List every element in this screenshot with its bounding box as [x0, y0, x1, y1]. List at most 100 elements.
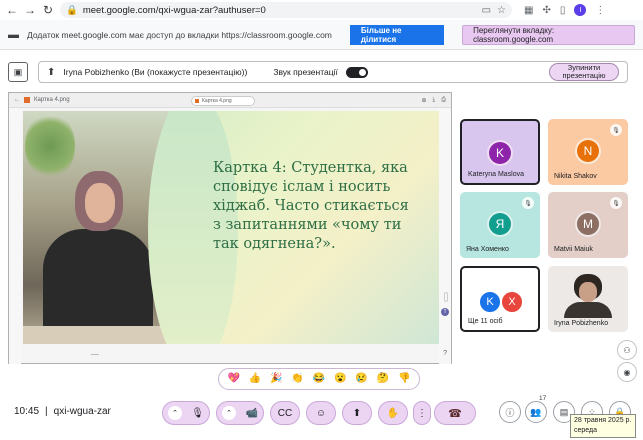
present-off-icon[interactable]: ▣: [8, 62, 28, 82]
page-indicator: [91, 349, 99, 355]
plant-decoration: [25, 111, 75, 181]
shared-right-margin: [439, 108, 451, 364]
presenter-info: ⬆ Iryna Pobizhenko (Ви (покажусте презен…: [38, 61, 628, 83]
shared-left-margin: [9, 108, 21, 364]
more-icon: ⋮: [417, 407, 427, 419]
raise-hand-button[interactable]: ✋: [378, 401, 408, 425]
emoji-button[interactable]: ☺: [306, 401, 336, 425]
participant-tile[interactable]: 🎙 M Matvii Maiuk: [548, 192, 628, 258]
browser-toolbar: ← → ↻ 🔒 meet.google.com/qxi-wgua-zar?aut…: [0, 0, 643, 20]
presentation-sound-toggle[interactable]: [345, 66, 368, 78]
meeting-info: 10:45 | qxi-wgua-zar: [14, 406, 111, 417]
participant-name: Iryna Pobizhenko: [554, 320, 609, 327]
participant-tile[interactable]: K Kateryna Maslova: [460, 119, 540, 185]
address-bar[interactable]: 🔒 meet.google.com/qxi-wgua-zar?authuser=…: [60, 2, 512, 18]
avatar: K: [487, 140, 513, 166]
participant-tile[interactable]: 🎙 N Nikita Shakov: [548, 119, 628, 185]
reaction-thinking[interactable]: 🤔: [377, 373, 389, 385]
chat-icon: ▤: [559, 406, 569, 417]
zoom-icon: ⊕: [421, 97, 427, 104]
puzzle-icon[interactable]: ✣: [542, 5, 550, 16]
cast-icon[interactable]: ▭: [482, 5, 491, 16]
download-icon: ⤓: [432, 96, 436, 103]
participant-name: Kateryna Maslova: [468, 171, 525, 178]
reaction-thumbs-up[interactable]: 👍: [249, 373, 261, 385]
end-call-icon: ☎: [448, 407, 462, 420]
date-tooltip: 28 травня 2025 р. середа: [570, 414, 636, 438]
more-participants-tile[interactable]: K X Ще 11 осіб: [460, 266, 540, 332]
extension-icon[interactable]: ▦: [524, 5, 533, 16]
sharing-banner: ▬ Додаток meet.google.com має доступ до …: [0, 20, 643, 50]
date-line: 28 травня 2025 р.: [574, 417, 632, 424]
back-icon: ←: [14, 97, 20, 103]
captions-icon: CC: [277, 407, 293, 419]
view-tab-button[interactable]: Переглянути вкладку: classroom.google.co…: [462, 24, 635, 45]
stop-sharing-button[interactable]: Більше не ділитися: [349, 24, 445, 45]
scroll-indicator: [444, 292, 448, 302]
people-button[interactable]: 👥: [525, 401, 547, 423]
star-icon[interactable]: ☆: [497, 5, 506, 16]
presenter-label: Iryna Pobizhenko (Ви (покажусте презента…: [63, 67, 248, 77]
reactions-bar: 💖 👍 🎉 👏 😂 😮 😢 🤔 👎: [218, 368, 420, 390]
shared-tab-title: Картка 4.png: [34, 97, 70, 103]
teams-icon: T: [441, 308, 449, 316]
image-icon: [24, 97, 30, 103]
avatar: K: [478, 290, 502, 314]
presentation-sound-label: Звук презентації: [273, 67, 338, 77]
sharing-banner-text: Додаток meet.google.com має доступ до вк…: [27, 29, 332, 40]
reaction-thumbs-down[interactable]: 👎: [398, 373, 410, 385]
forward-icon[interactable]: →: [24, 0, 36, 20]
present-icon: ⬆: [352, 407, 362, 419]
participant-name: Яна Хоменко: [466, 246, 509, 253]
captions-button[interactable]: CC: [270, 401, 300, 425]
mic-button[interactable]: ⌃ 🎙: [162, 401, 210, 425]
share-tab-icon: ▬: [8, 28, 19, 41]
more-options-button[interactable]: ⋮: [413, 401, 431, 425]
info-icon: ⓘ: [505, 407, 515, 418]
reload-icon[interactable]: ↻: [42, 0, 54, 20]
visual-effects-icon[interactable]: ◉: [617, 362, 637, 382]
slide-image: Картка 4: Студентка, яка сповідує іслам …: [23, 111, 439, 344]
camera-button[interactable]: ⌃ 📹: [216, 401, 264, 425]
sidebar-icon[interactable]: ▯: [560, 5, 566, 16]
reaction-sad[interactable]: 😢: [355, 373, 367, 385]
menu-icon[interactable]: ⋮: [595, 5, 605, 16]
print-icon: ⎙: [441, 96, 446, 103]
chevron-up-icon[interactable]: ⌃: [222, 406, 236, 420]
shared-screen: ← Картка 4.png ⊕ ⤓ ⎙ Картка 4.png Картка…: [8, 92, 452, 364]
presentation-bar: ▣ ⬆ Iryna Pobizhenko (Ви (покажусте през…: [0, 58, 643, 86]
mic-icon: 🎙: [191, 407, 204, 419]
help-icon: ?: [443, 350, 447, 357]
face-shape: [85, 183, 115, 223]
participant-tile[interactable]: 🎙 Я Яна Хоменко: [460, 192, 540, 258]
meeting-details-button[interactable]: ⓘ: [499, 401, 521, 423]
reaction-surprised[interactable]: 😮: [334, 373, 346, 385]
hand-icon: ✋: [386, 407, 400, 419]
avatar: N: [575, 138, 601, 164]
meeting-code: qxi-wgua-zar: [53, 406, 111, 417]
stop-presentation-button[interactable]: Зупинити презентацію: [549, 63, 619, 81]
participant-name: Ще 11 осіб: [468, 318, 503, 325]
avatar: X: [500, 290, 524, 314]
weekday-line: середа: [574, 427, 598, 434]
woman-figure: [43, 229, 153, 329]
reaction-clap[interactable]: 👏: [291, 373, 303, 385]
end-call-button[interactable]: ☎: [434, 401, 476, 425]
reaction-heart[interactable]: 💖: [227, 373, 239, 385]
mic-off-icon: 🎙: [610, 197, 622, 209]
profile-avatar[interactable]: I: [574, 4, 587, 16]
present-button[interactable]: ⬆: [342, 401, 372, 425]
companion-icon[interactable]: ⚇: [617, 340, 637, 360]
lock-icon[interactable]: 🔒: [66, 5, 78, 16]
reaction-party[interactable]: 🎉: [270, 373, 282, 385]
chevron-up-icon[interactable]: ⌃: [168, 406, 182, 420]
avatar: M: [575, 211, 601, 237]
reaction-laugh[interactable]: 😂: [313, 373, 325, 385]
camera-icon: 📹: [245, 407, 258, 419]
self-video-tile[interactable]: Iryna Pobizhenko: [548, 266, 628, 332]
slide-text: Картка 4: Студентка, яка сповідує іслам …: [213, 160, 409, 252]
emoji-icon: ☺: [315, 407, 327, 419]
people-icon: 👥: [530, 406, 542, 417]
back-icon[interactable]: ←: [6, 0, 18, 20]
url-text: meet.google.com/qxi-wgua-zar?authuser=0: [82, 4, 266, 16]
